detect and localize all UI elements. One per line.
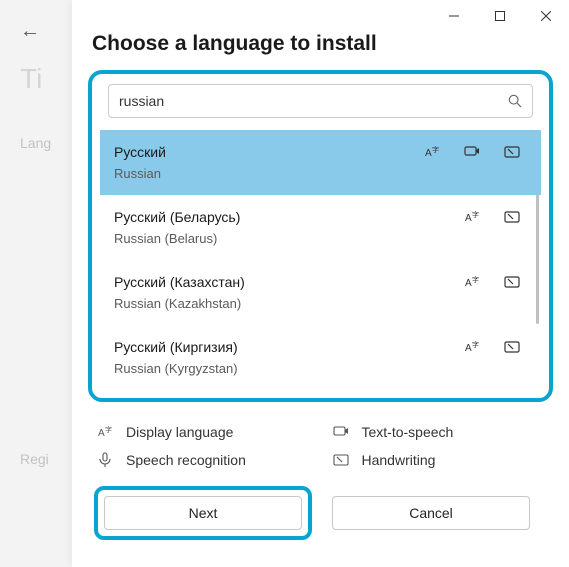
- svg-text:字: 字: [105, 425, 112, 434]
- language-item[interactable]: Русский (Беларусь)Russian (Belarus)A字: [100, 195, 541, 260]
- legend: A字 Display language Text-to-speech Speec…: [96, 424, 543, 468]
- language-english-name: Russian (Belarus): [114, 231, 525, 246]
- legend-tts: Text-to-speech: [332, 424, 544, 440]
- svg-text:A: A: [465, 278, 472, 289]
- handwriting-icon: [503, 209, 521, 225]
- display-language-icon: A字: [423, 144, 441, 160]
- svg-text:A: A: [465, 343, 472, 354]
- legend-tts-label: Text-to-speech: [362, 424, 454, 440]
- display-language-icon: A字: [96, 424, 114, 440]
- mic-icon: [96, 452, 114, 468]
- dialog-title: Choose a language to install: [92, 32, 553, 56]
- maximize-button[interactable]: [477, 0, 523, 32]
- svg-text:A: A: [465, 213, 472, 224]
- language-capability-icons: A字: [463, 209, 521, 225]
- svg-text:A: A: [98, 428, 105, 439]
- cancel-button[interactable]: Cancel: [332, 496, 530, 530]
- handwriting-icon: [332, 452, 350, 468]
- legend-handwriting: Handwriting: [332, 452, 544, 468]
- svg-text:字: 字: [472, 275, 479, 284]
- legend-display-language: A字 Display language: [96, 424, 308, 440]
- display-language-icon: A字: [463, 339, 481, 355]
- language-capability-icons: A字: [423, 144, 521, 160]
- dialog-titlebar: [72, 0, 569, 32]
- next-button[interactable]: Next: [104, 496, 302, 530]
- language-picker-highlight: РусскийRussianA字Русский (Беларусь)Russia…: [88, 70, 553, 402]
- legend-display-language-label: Display language: [126, 424, 233, 440]
- minimize-button[interactable]: [431, 0, 477, 32]
- svg-text:字: 字: [472, 210, 479, 219]
- svg-text:字: 字: [472, 340, 479, 349]
- close-button[interactable]: [523, 0, 569, 32]
- language-item[interactable]: Русский (Казахстан)Russian (Kazakhstan)A…: [100, 260, 541, 325]
- language-list: РусскийRussianA字Русский (Беларусь)Russia…: [100, 130, 541, 390]
- search-input[interactable]: [119, 93, 508, 109]
- legend-handwriting-label: Handwriting: [362, 452, 436, 468]
- display-language-icon: A字: [463, 274, 481, 290]
- dialog-button-row: Next Cancel: [94, 486, 547, 540]
- handwriting-icon: [503, 274, 521, 290]
- language-install-dialog: Choose a language to install РусскийRuss…: [72, 0, 569, 567]
- tts-icon: [332, 424, 350, 440]
- language-english-name: Russian (Kazakhstan): [114, 296, 525, 311]
- next-button-highlight: Next: [94, 486, 312, 540]
- svg-text:字: 字: [432, 145, 439, 154]
- language-english-name: Russian (Kyrgyzstan): [114, 361, 525, 376]
- language-item[interactable]: Русский (Киргизия)Russian (Kyrgyzstan)A字: [100, 325, 541, 390]
- language-capability-icons: A字: [463, 274, 521, 290]
- svg-text:A: A: [425, 148, 432, 159]
- handwriting-icon: [503, 144, 521, 160]
- language-capability-icons: A字: [463, 339, 521, 355]
- search-field-wrap[interactable]: [108, 84, 533, 118]
- tts-icon: [463, 144, 481, 160]
- language-item[interactable]: РусскийRussianA字: [100, 130, 541, 195]
- display-language-icon: A字: [463, 209, 481, 225]
- legend-speech: Speech recognition: [96, 452, 308, 468]
- handwriting-icon: [503, 339, 521, 355]
- legend-speech-label: Speech recognition: [126, 452, 246, 468]
- language-english-name: Russian: [114, 166, 525, 181]
- search-icon: [508, 94, 522, 108]
